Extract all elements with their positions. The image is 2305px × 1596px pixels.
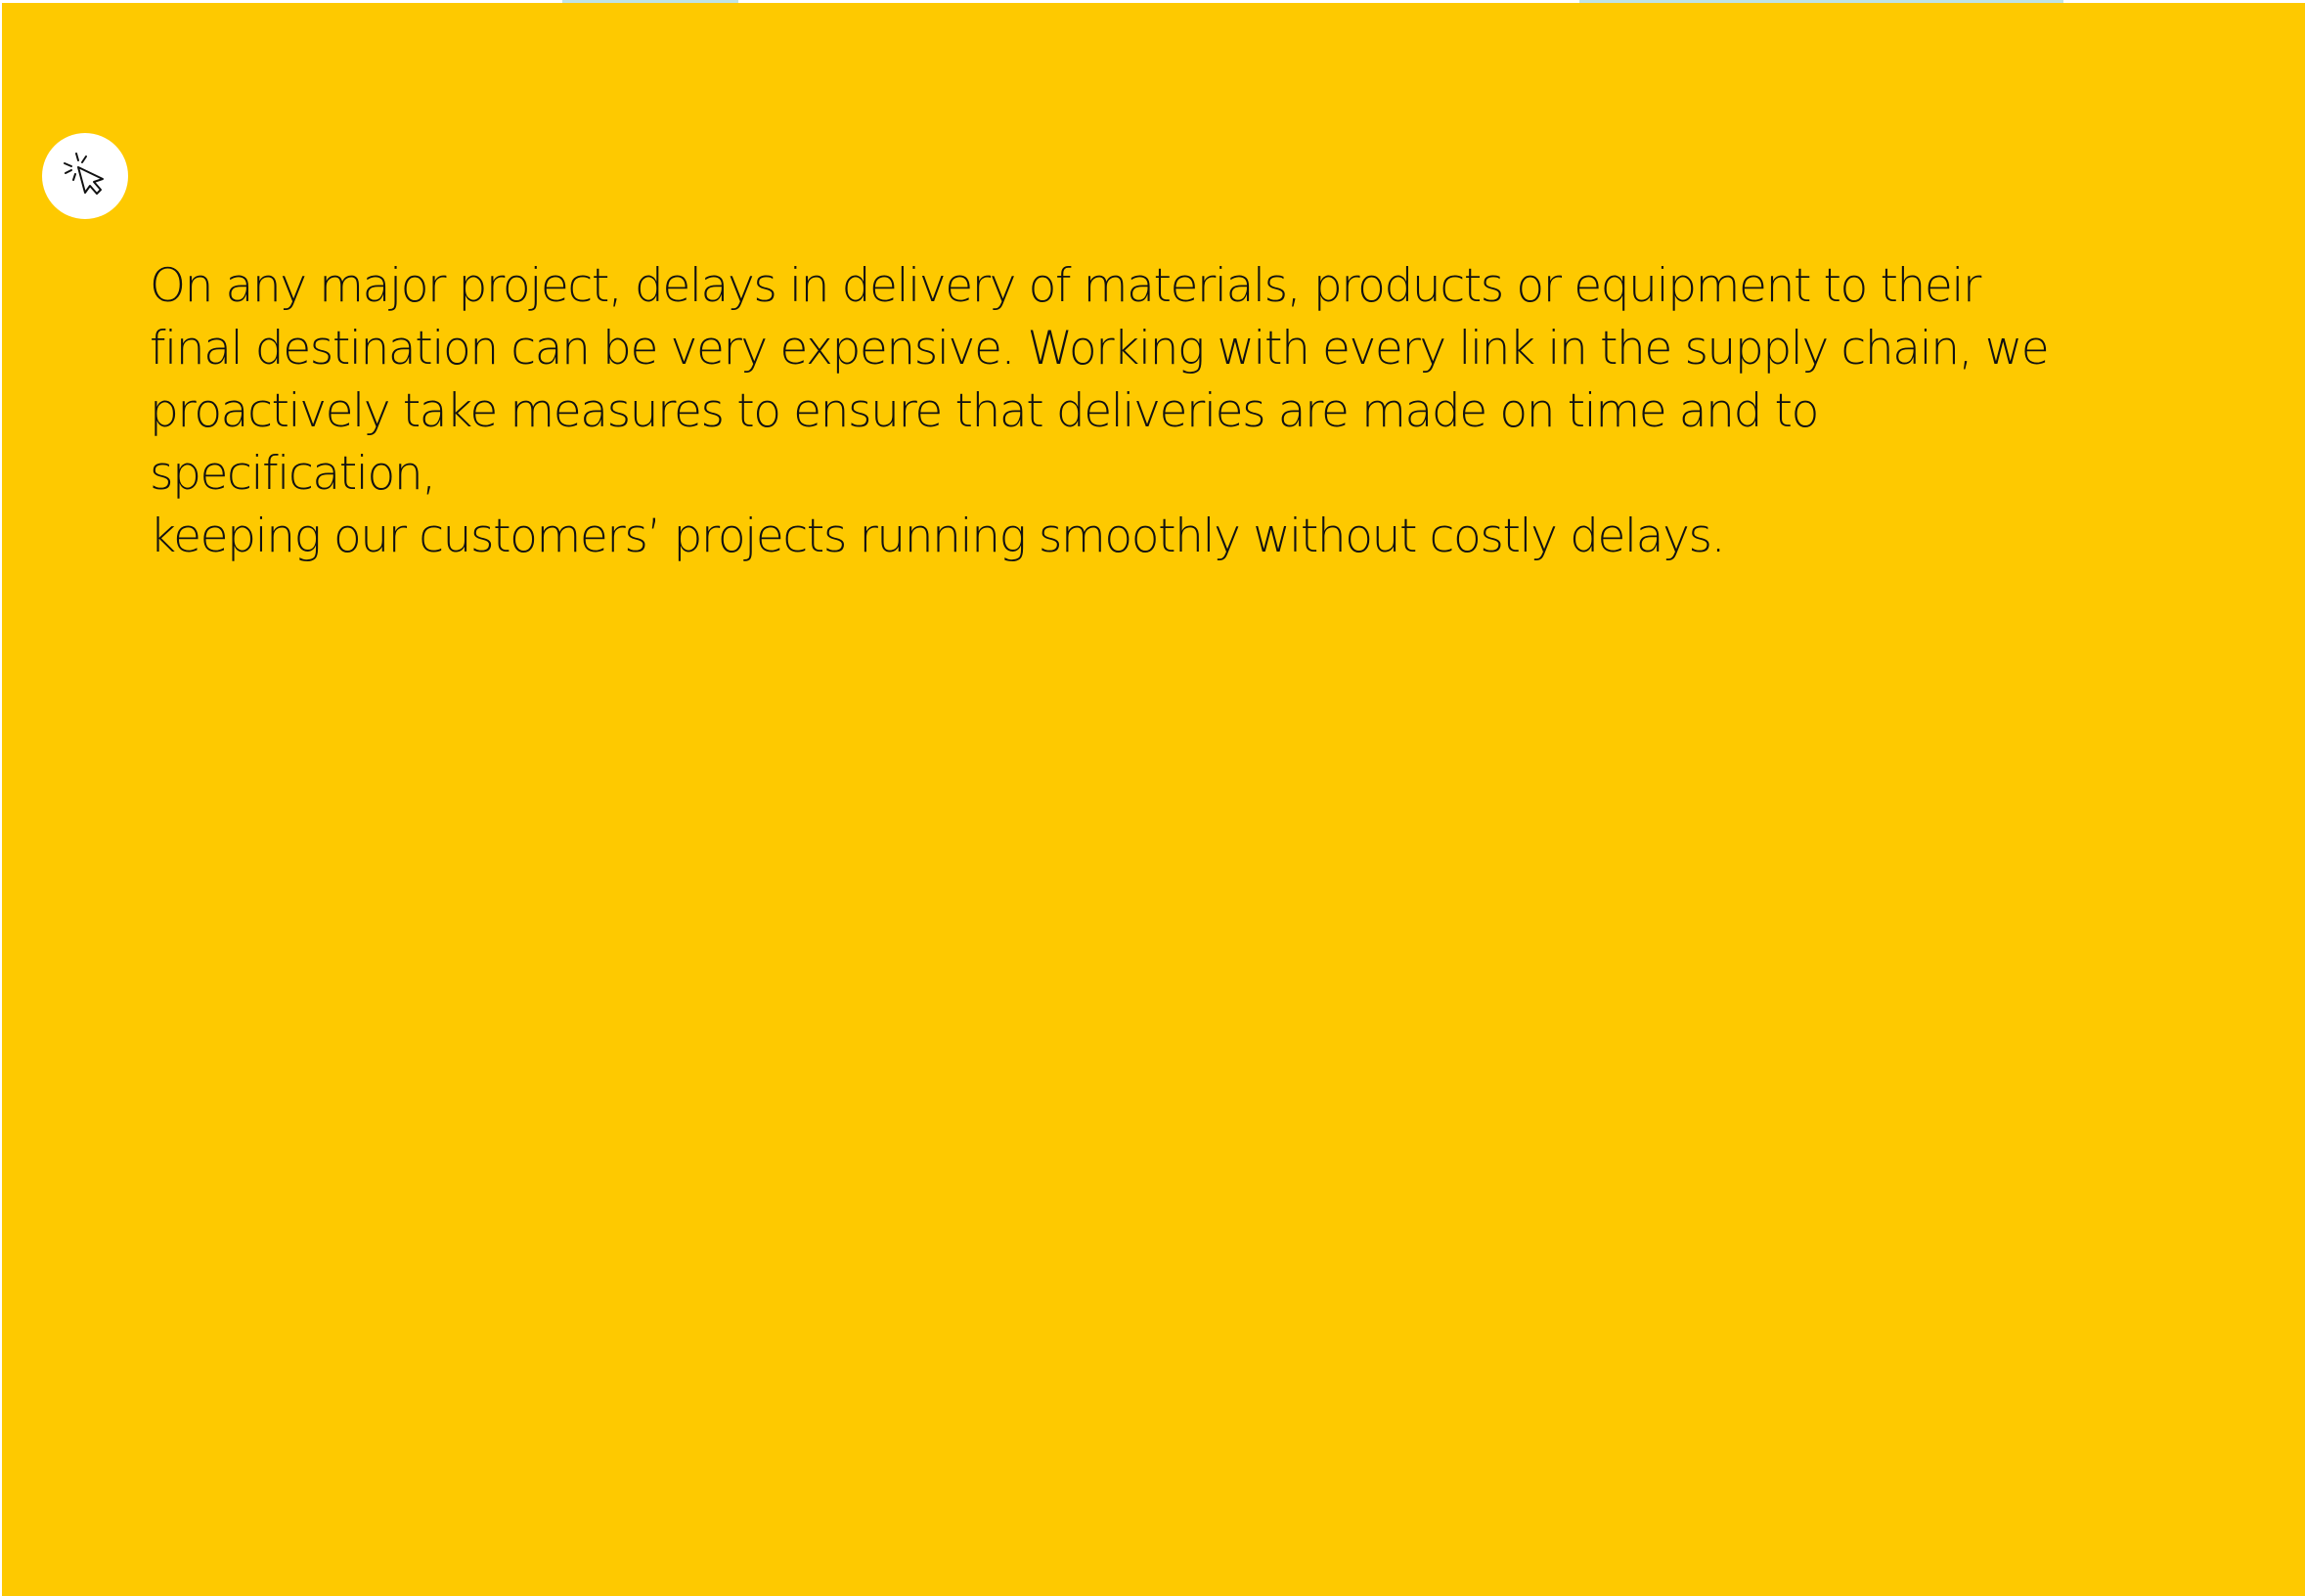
- description-line: keeping our customers’ projects running …: [150, 510, 1726, 563]
- click-cursor-icon: [42, 133, 128, 219]
- page-canvas: On any major project, delays in delivery…: [0, 0, 2305, 1596]
- yellow-overlay-panel[interactable]: On any major project, delays in delivery…: [2, 3, 2305, 1596]
- description-text: On any major project, delays in delivery…: [150, 255, 2106, 568]
- description-line: On any major project, delays in delivery…: [150, 259, 1981, 313]
- click-cursor-icon-graphic: [64, 153, 104, 195]
- description-line: proactively take measures to ensure that…: [150, 384, 1819, 501]
- description-line: final destination can be very expensive.…: [150, 322, 2050, 376]
